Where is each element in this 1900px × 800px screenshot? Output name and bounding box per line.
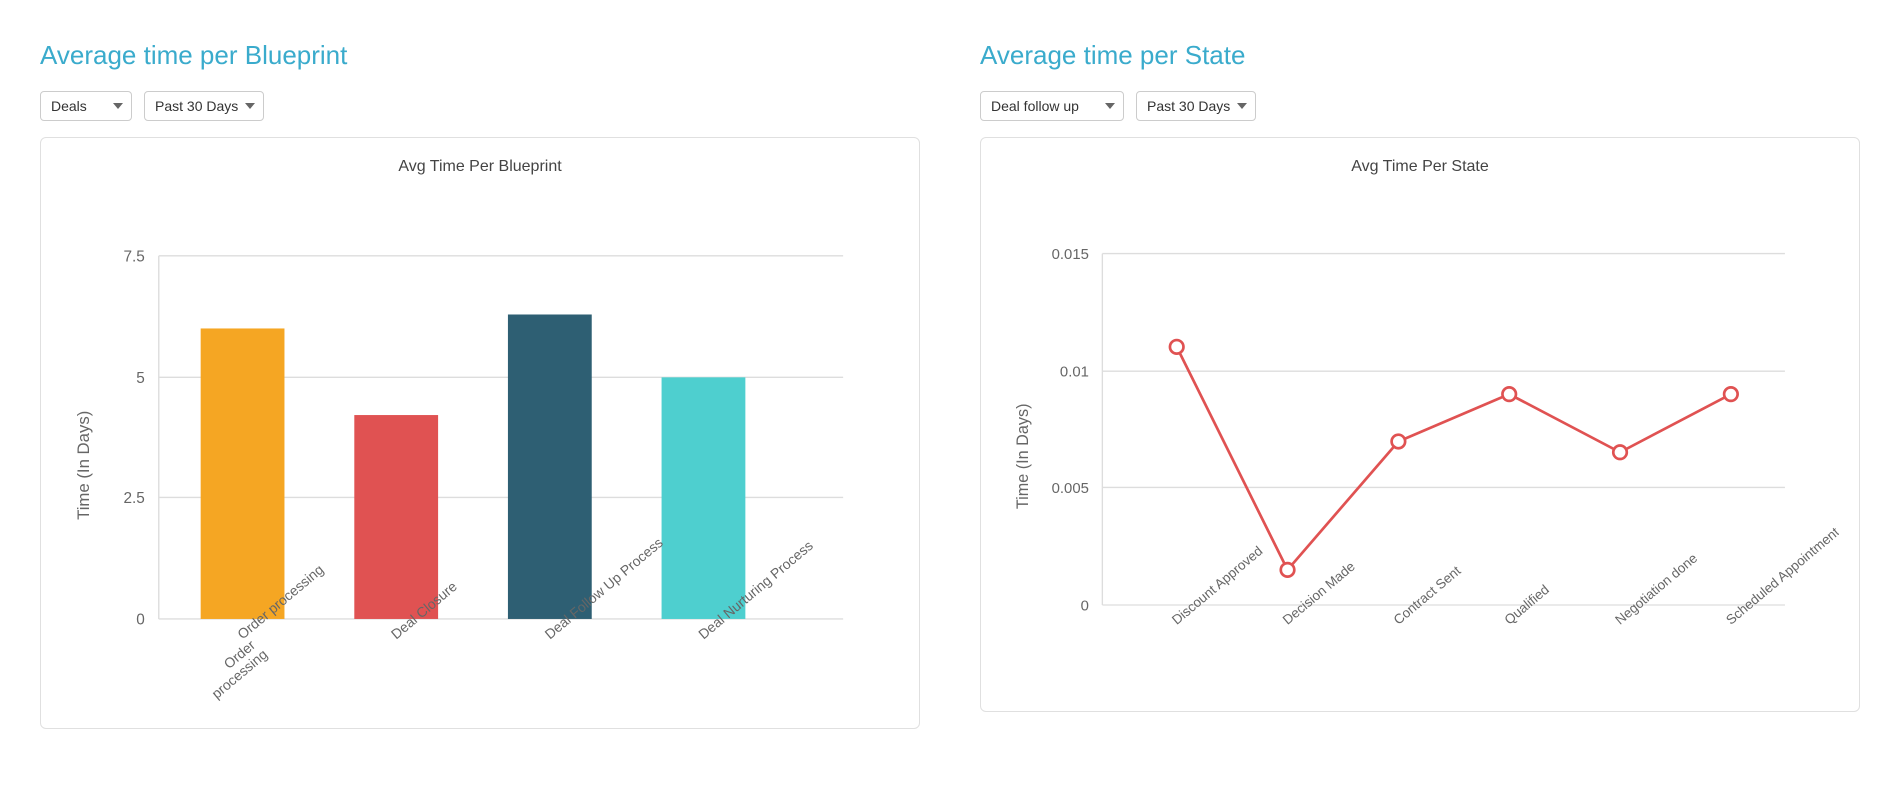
svg-text:2.5: 2.5 xyxy=(123,490,144,507)
svg-text:0.01: 0.01 xyxy=(1060,365,1089,381)
left-chart-title: Avg Time Per Blueprint xyxy=(61,158,899,176)
svg-text:5: 5 xyxy=(136,370,145,387)
svg-text:0.005: 0.005 xyxy=(1052,481,1089,497)
point-negotiation-done xyxy=(1613,446,1627,460)
right-filter2-select[interactable]: Past 30 Days Past 7 Days Past 90 Days xyxy=(1136,91,1256,121)
left-panel-title: Average time per Blueprint xyxy=(40,40,920,71)
dashboard: Average time per Blueprint Deals Contact… xyxy=(40,40,1860,729)
bar-deal-closure xyxy=(354,415,438,619)
left-filter2-select[interactable]: Past 30 Days Past 7 Days Past 90 Days xyxy=(144,91,264,121)
right-filter1-select[interactable]: Deal follow up Order processing Deal Clo… xyxy=(980,91,1124,121)
right-panel: Average time per State Deal follow up Or… xyxy=(980,40,1860,729)
svg-text:0.015: 0.015 xyxy=(1052,247,1089,263)
left-panel: Average time per Blueprint Deals Contact… xyxy=(40,40,920,729)
point-qualified xyxy=(1502,387,1516,401)
point-contract-sent xyxy=(1392,435,1406,449)
line-label-3: Contract Sent xyxy=(1391,563,1464,628)
line-chart-svg: Time (In Days) 0 0.005 0.01 0.015 xyxy=(1001,186,1839,686)
bar-chart-svg: Time (In Days) 0 2.5 5 7.5 Order process… xyxy=(61,186,899,703)
svg-text:7.5: 7.5 xyxy=(123,248,144,265)
point-scheduled-appointment xyxy=(1724,387,1738,401)
bar-y-axis-label: Time (In Days) xyxy=(74,411,93,520)
line-label-5: Negotiation done xyxy=(1612,550,1700,627)
bar-deal-nurturing xyxy=(662,377,746,619)
left-chart-container: Avg Time Per Blueprint Time (In Days) 0 … xyxy=(40,137,920,729)
bar-order-processing xyxy=(201,328,285,619)
svg-text:0: 0 xyxy=(136,612,145,629)
svg-text:0: 0 xyxy=(1081,598,1089,614)
bar-deal-followup xyxy=(508,314,592,618)
line-label-6: Scheduled Appointment xyxy=(1723,524,1839,627)
line-y-axis-label: Time (In Days) xyxy=(1014,404,1032,510)
line-label-1: Discount Approved xyxy=(1169,543,1265,627)
line-chart-path xyxy=(1177,347,1731,570)
left-filters: Deals Contacts Leads Past 30 Days Past 7… xyxy=(40,91,920,121)
point-decision-made xyxy=(1281,563,1295,577)
right-panel-title: Average time per State xyxy=(980,40,1860,71)
point-discount-approved xyxy=(1170,340,1184,354)
left-filter1-select[interactable]: Deals Contacts Leads xyxy=(40,91,132,121)
right-chart-container: Avg Time Per State Time (In Days) 0 0.00… xyxy=(980,137,1860,712)
right-chart-title: Avg Time Per State xyxy=(1001,158,1839,176)
right-filters: Deal follow up Order processing Deal Clo… xyxy=(980,91,1860,121)
